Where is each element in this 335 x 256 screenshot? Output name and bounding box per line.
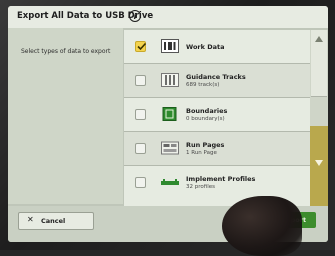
- run-pages-icon: [161, 141, 179, 155]
- checkbox[interactable]: [135, 109, 146, 120]
- guidance-tracks-icon: [161, 73, 179, 87]
- scroll-down-button[interactable]: [310, 126, 328, 206]
- scroll-up-button[interactable]: [311, 30, 327, 97]
- item-detail: 0 boundary(s): [186, 116, 225, 122]
- boundaries-icon: [162, 107, 177, 121]
- user-finger: [222, 196, 302, 256]
- list-item-work-data[interactable]: Work Data: [124, 30, 310, 64]
- cancel-button[interactable]: ✕ Cancel: [18, 212, 94, 230]
- work-data-icon: [161, 39, 179, 53]
- item-detail: 689 track(s): [186, 82, 220, 88]
- item-detail: 1 Run Page: [186, 150, 217, 156]
- item-name: Run Pages: [186, 141, 225, 149]
- scrollbar[interactable]: [310, 30, 328, 206]
- chevron-down-icon: [315, 160, 323, 166]
- checkbox[interactable]: [135, 143, 146, 154]
- dialog-titlebar: Export All Data to USB Drive i: [8, 6, 328, 28]
- checkbox[interactable]: [135, 75, 146, 86]
- list-item-run-pages[interactable]: Run Pages 1 Run Page: [124, 132, 310, 166]
- close-icon: ✕: [27, 215, 34, 224]
- instruction-text: Select types of data to export: [21, 48, 111, 55]
- info-icon[interactable]: i: [129, 10, 141, 22]
- checkbox-checked[interactable]: [135, 41, 147, 52]
- checkbox[interactable]: [135, 177, 146, 188]
- item-name: Guidance Tracks: [186, 73, 246, 81]
- item-name: Work Data: [186, 43, 225, 51]
- item-name: Boundaries: [186, 107, 228, 115]
- cancel-label: Cancel: [41, 217, 66, 225]
- left-pane: Select types of data to export: [8, 28, 123, 204]
- item-detail: 32 profiles: [186, 184, 215, 190]
- data-type-list: Work Data Guidance Tracks 689 track(s) B…: [124, 30, 310, 206]
- implement-profiles-icon: [161, 179, 179, 185]
- chevron-up-icon: [315, 36, 323, 42]
- list-item-boundaries[interactable]: Boundaries 0 boundary(s): [124, 98, 310, 132]
- item-name: Implement Profiles: [186, 175, 256, 183]
- list-item-guidance-tracks[interactable]: Guidance Tracks 689 track(s): [124, 64, 310, 98]
